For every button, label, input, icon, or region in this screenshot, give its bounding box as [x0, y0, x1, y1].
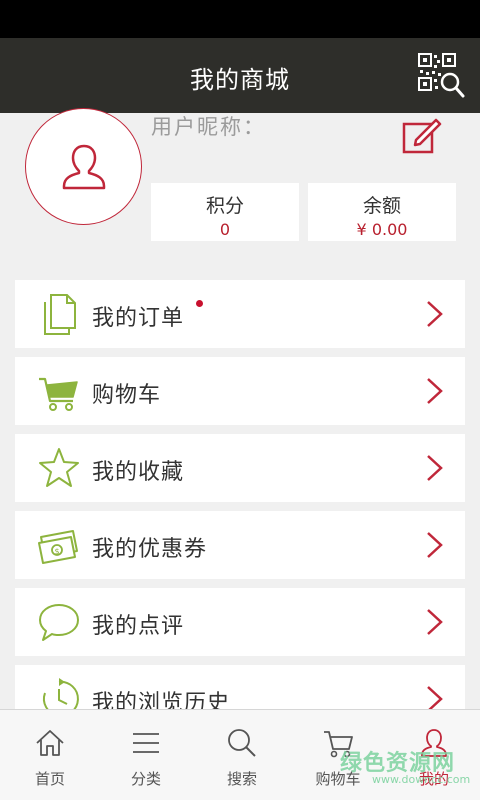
title-bar: 我的商城 [0, 38, 480, 113]
avatar[interactable] [25, 108, 142, 225]
tab-label: 搜索 [226, 770, 257, 788]
balance-label: 余额 [362, 195, 401, 217]
bottom-tab-bar: 首页 分类 搜索 购物车 我的 [0, 709, 480, 800]
tab-home[interactable]: 首页 [2, 710, 98, 800]
tab-categories[interactable]: 分类 [98, 710, 194, 800]
tab-search[interactable]: 搜索 [194, 710, 290, 800]
tab-label: 我的 [418, 770, 449, 788]
tab-label: 购物车 [315, 770, 361, 788]
chevron-right-icon [425, 607, 445, 637]
tab-cart[interactable]: 购物车 [290, 710, 386, 800]
menu-item-cart[interactable]: 购物车 [15, 357, 465, 425]
points-value: 0 [219, 220, 231, 239]
points-card[interactable]: 积分 0 [151, 183, 299, 241]
menu-item-label: 我的订单 [92, 306, 185, 331]
chevron-right-icon [425, 530, 445, 560]
page-title: 我的商城 [190, 66, 290, 94]
menu-item-favorites[interactable]: 我的收藏 [15, 434, 465, 502]
list-icon [133, 733, 159, 753]
balance-card[interactable]: 余额 ¥ 0.00 [308, 183, 456, 241]
user-icon [421, 729, 447, 757]
edit-icon[interactable] [402, 114, 442, 154]
search-icon [228, 729, 256, 757]
points-label: 积分 [205, 195, 244, 217]
menu-item-coupons[interactable]: $ 我的优惠券 [15, 511, 465, 579]
comment-icon [37, 600, 81, 644]
menu-item-label: 我的优惠券 [92, 537, 208, 562]
svg-text:$: $ [55, 547, 60, 556]
home-icon [36, 730, 64, 756]
nickname-label: 用户昵称： [151, 115, 266, 139]
document-icon [37, 292, 81, 336]
qr-scan-icon[interactable] [417, 52, 467, 100]
balance-value: ¥ 0.00 [356, 220, 408, 239]
tab-label: 分类 [130, 770, 161, 788]
menu-item-label: 我的收藏 [92, 460, 185, 485]
status-bar [0, 0, 480, 38]
cart-icon [324, 731, 353, 758]
coupon-icon: $ [37, 523, 81, 567]
cart-icon [37, 369, 81, 413]
menu-item-orders[interactable]: 我的订单 [15, 280, 465, 348]
profile-section: 用户昵称： 积分 0 余额 ¥ 0.00 [0, 108, 480, 263]
user-icon [62, 144, 106, 190]
chevron-right-icon [425, 376, 445, 406]
tab-label: 首页 [34, 770, 65, 788]
tab-me[interactable]: 我的 [386, 710, 480, 800]
menu-item-label: 购物车 [92, 383, 162, 408]
menu-item-reviews[interactable]: 我的点评 [15, 588, 465, 656]
star-icon [37, 446, 81, 490]
chevron-right-icon [425, 299, 445, 329]
notification-dot [196, 300, 203, 307]
menu-item-label: 我的点评 [92, 614, 185, 639]
chevron-right-icon [425, 453, 445, 483]
